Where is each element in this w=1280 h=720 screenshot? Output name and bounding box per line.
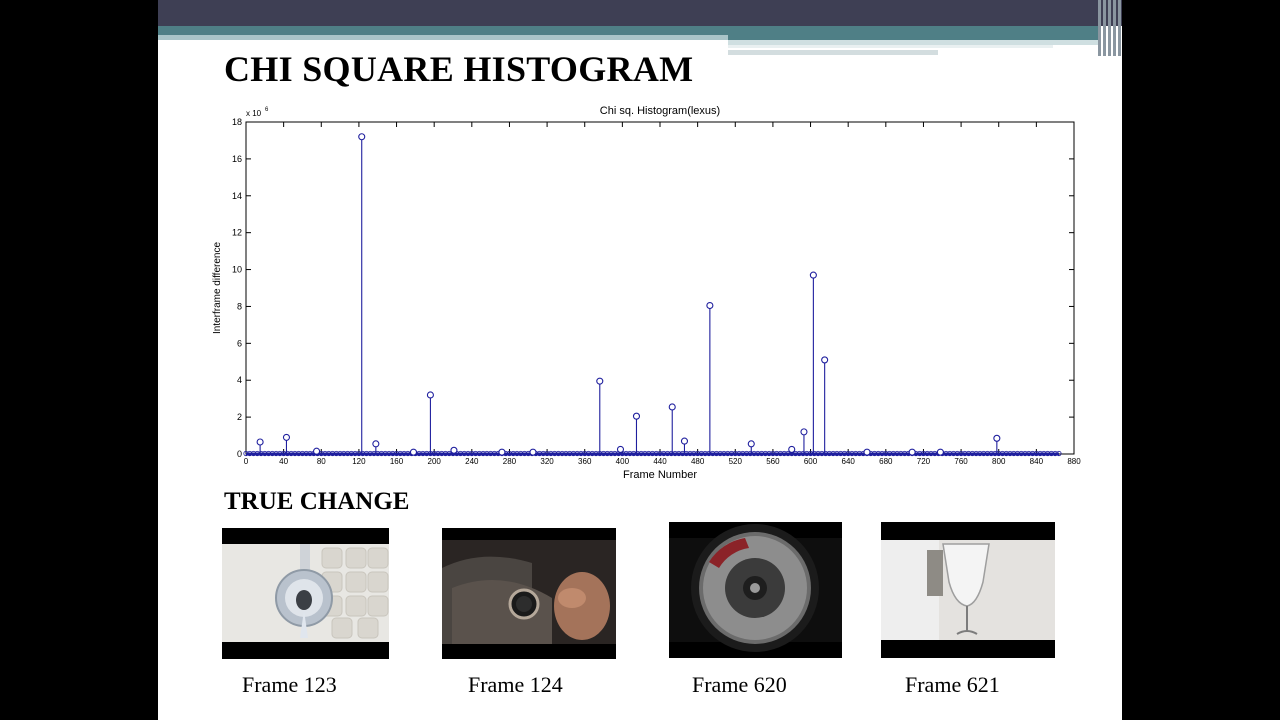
x-tick-label: 160 xyxy=(390,457,404,466)
stem-marker xyxy=(800,428,808,436)
x-tick-label: 600 xyxy=(804,457,818,466)
x-tick-label: 360 xyxy=(578,457,592,466)
frame-caption: Frame 124 xyxy=(468,672,563,697)
header-stripe-light xyxy=(158,35,728,40)
x-tick-label: 720 xyxy=(917,457,931,466)
frame-item: Frame 124 xyxy=(442,528,618,700)
engine-start-button-image xyxy=(442,540,616,644)
y-multiplier-label: x 10 xyxy=(246,109,262,118)
y-tick-label: 6 xyxy=(237,338,242,348)
frame-thumbnail xyxy=(669,522,842,658)
chi-square-histogram-chart: Chi sq. Histogram(lexus)x 10 602468101214… xyxy=(212,105,1081,481)
stem-marker xyxy=(372,440,380,448)
x-tick-label: 560 xyxy=(766,457,780,466)
x-tick-label: 440 xyxy=(653,457,667,466)
x-tick-label: 840 xyxy=(1030,457,1044,466)
key-fob-image xyxy=(222,544,389,642)
stem-marker xyxy=(747,440,755,448)
header-stripe-white xyxy=(728,45,1053,48)
chart-title: Chi sq. Histogram(lexus) xyxy=(600,105,720,117)
stem-marker xyxy=(409,448,418,456)
y-tick-label: 4 xyxy=(237,375,242,385)
y-tick-label: 2 xyxy=(237,412,242,422)
slide-title: CHI SQUARE HISTOGRAM xyxy=(224,49,694,89)
stem-marker xyxy=(596,377,604,385)
y-tick-label: 10 xyxy=(232,265,242,275)
frame-thumbnail xyxy=(881,522,1055,658)
y-tick-label: 12 xyxy=(232,228,242,238)
frame-item: Frame 621 xyxy=(881,522,1057,700)
stem-marker xyxy=(809,271,817,279)
x-tick-label: 480 xyxy=(691,457,705,466)
x-tick-label: 520 xyxy=(729,457,743,466)
x-tick-label: 320 xyxy=(540,457,554,466)
frame-item: Frame 123 xyxy=(222,528,390,700)
x-tick-label: 680 xyxy=(879,457,893,466)
frame-caption: Frame 620 xyxy=(692,672,787,697)
slide-header-bar xyxy=(158,0,1122,26)
x-tick-label: 200 xyxy=(428,457,442,466)
frame-caption: Frame 123 xyxy=(242,672,337,697)
y-tick-label: 18 xyxy=(232,117,242,127)
stem-marker xyxy=(668,403,676,411)
stem-marker xyxy=(821,356,829,364)
x-tick-label: 80 xyxy=(317,457,326,466)
stem-marker xyxy=(616,445,625,453)
stem-marker xyxy=(282,433,291,441)
x-axis-label: Frame Number xyxy=(623,469,697,481)
y-axis-label: Interframe difference xyxy=(212,242,223,335)
y-tick-label: 16 xyxy=(232,154,242,164)
stem-marker xyxy=(788,445,796,453)
stem-marker xyxy=(498,448,506,456)
x-tick-label: 640 xyxy=(842,457,856,466)
x-tick-label: 800 xyxy=(992,457,1006,466)
header-stripe-grey xyxy=(728,50,938,55)
slide: CHI SQUARE HISTOGRAM Chi sq. Histogram(l… xyxy=(158,0,1122,720)
x-tick-label: 280 xyxy=(503,457,517,466)
stem-marker xyxy=(680,437,689,445)
stem-marker xyxy=(529,448,537,456)
stem-marker xyxy=(936,448,944,456)
x-tick-label: 0 xyxy=(244,457,249,466)
stem-marker xyxy=(993,434,1001,442)
stem-marker xyxy=(313,447,321,455)
frame-thumbnail xyxy=(222,528,389,659)
y-tick-label: 14 xyxy=(232,191,242,201)
plot-frame xyxy=(245,121,1075,455)
x-tick-label: 760 xyxy=(954,457,968,466)
x-tick-label: 120 xyxy=(352,457,366,466)
frame-item: Frame 620 xyxy=(669,522,843,700)
stem-marker xyxy=(426,391,434,399)
stem-marker xyxy=(632,412,641,420)
true-change-label: TRUE CHANGE xyxy=(224,488,410,515)
stem-marker xyxy=(256,438,264,446)
stem-marker xyxy=(450,446,458,454)
stem-marker xyxy=(706,301,714,310)
x-tick-label: 400 xyxy=(616,457,630,466)
frame-caption: Frame 621 xyxy=(905,672,1000,697)
x-tick-label: 240 xyxy=(465,457,479,466)
champagne-glass-image xyxy=(881,540,1055,640)
y-tick-label: 8 xyxy=(237,301,242,311)
stem-marker xyxy=(863,448,871,456)
x-tick-label: 40 xyxy=(279,457,288,466)
frame-thumbnail xyxy=(442,528,616,659)
stem-marker xyxy=(908,448,916,456)
x-tick-label: 880 xyxy=(1067,457,1081,466)
header-vertical-bars xyxy=(1098,0,1122,56)
y-tick-label: 0 xyxy=(237,449,242,459)
wheel-brake-image xyxy=(669,524,842,652)
y-multiplier-exponent: 6 xyxy=(265,107,269,113)
stem-marker xyxy=(358,133,366,141)
